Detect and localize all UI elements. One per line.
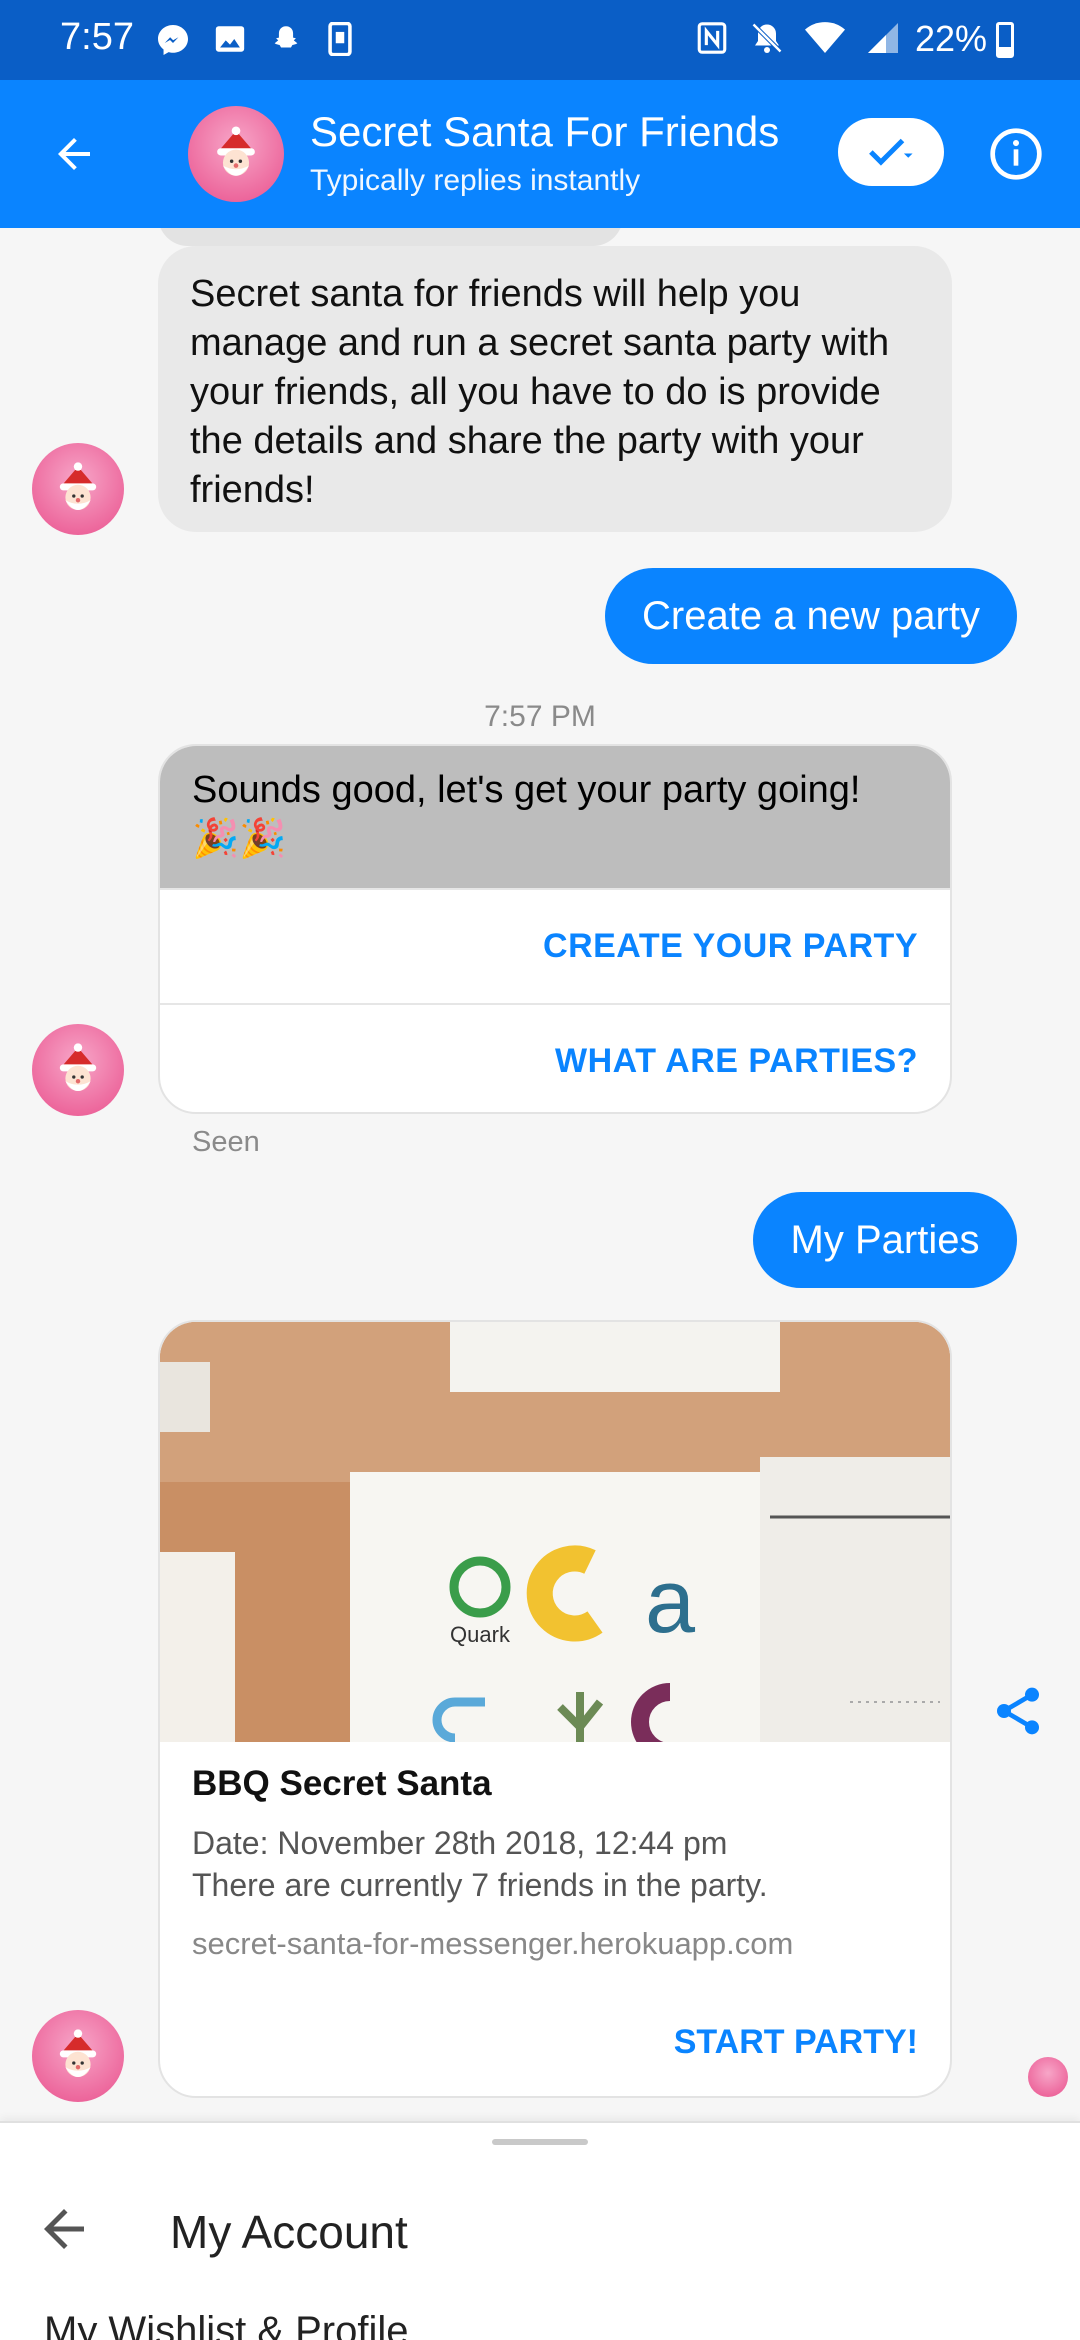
battery-percent: 22% <box>915 18 988 59</box>
messenger-icon <box>158 25 188 55</box>
share-icon <box>997 1687 1039 1735</box>
chat-thread[interactable]: Secret santa for friends will help you m… <box>0 228 1080 2121</box>
santa-icon <box>59 462 97 510</box>
mute-icon <box>751 22 783 54</box>
bot-avatar-small[interactable] <box>32 1024 124 1116</box>
bot-avatar-small[interactable] <box>32 2010 124 2102</box>
check-icon <box>869 138 913 166</box>
menu-item-wishlist-profile[interactable]: My Wishlist & Profile <box>44 2309 409 2340</box>
party-card-image: Quark a <box>160 1322 950 1742</box>
bot-reply-text: Sounds good, let's get your party going!… <box>160 746 950 888</box>
start-party-button[interactable]: START PARTY! <box>674 2023 918 2062</box>
santa-icon <box>59 2029 97 2077</box>
phone-icon <box>328 22 352 56</box>
status-icons-right <box>695 20 901 56</box>
persistent-menu-sheet: My Account My Wishlist & Profile <box>0 2121 1080 2340</box>
read-receipt-avatar <box>1028 2057 1068 2097</box>
user-message-parties: My Parties <box>753 1192 1017 1288</box>
back-button[interactable] <box>38 118 110 190</box>
arrow-left-icon <box>58 138 90 170</box>
header-subtitle: Typically replies instantly <box>310 164 641 197</box>
sheet-title: My Account <box>170 2206 408 2258</box>
party-domain: secret-santa-for-messenger.herokuapp.com <box>192 1926 794 1961</box>
user-message-create: Create a new party <box>605 568 1017 664</box>
quark-logo-text: Quark <box>450 1622 511 1647</box>
status-icons-left <box>155 22 355 58</box>
info-button[interactable] <box>988 126 1044 182</box>
status-bar: 7:57 22% <box>0 0 1080 80</box>
quick-reply-menu-button[interactable] <box>838 118 944 186</box>
party-card-body: BBQ Secret Santa Date: November 28th 201… <box>160 1742 950 1984</box>
wifi-icon <box>805 22 845 53</box>
gallery-icon <box>215 26 245 52</box>
bot-avatar[interactable] <box>188 106 284 202</box>
status-time: 7:57 <box>60 16 134 58</box>
seen-indicator: Seen <box>192 1126 260 1158</box>
party-friends-count: There are currently 7 friends in the par… <box>192 1867 768 1903</box>
snapchat-icon <box>274 26 298 48</box>
santa-icon <box>59 1043 97 1091</box>
previous-message-stub <box>158 228 623 246</box>
party-card[interactable]: Quark a BBQ Secret Santa Date: November … <box>158 1320 952 2098</box>
party-title: BBQ Secret Santa <box>192 1764 492 1803</box>
arrow-left-icon <box>44 2209 84 2249</box>
nfc-icon <box>697 22 727 54</box>
battery-icon <box>996 22 1014 58</box>
message-timestamp: 7:57 PM <box>484 700 596 733</box>
chat-header: Secret Santa For Friends Typically repli… <box>0 80 1080 228</box>
desk-photo: Quark a <box>160 1322 950 1742</box>
santa-icon <box>217 126 255 176</box>
bot-avatar-small[interactable] <box>32 443 124 535</box>
sheet-back-button[interactable] <box>34 2199 94 2259</box>
what-are-parties-button[interactable]: WHAT ARE PARTIES? <box>160 1003 950 1112</box>
bot-message-intro: Secret santa for friends will help you m… <box>158 246 952 532</box>
share-button[interactable] <box>990 1683 1046 1739</box>
header-title: Secret Santa For Friends <box>310 108 780 155</box>
sheet-drag-handle[interactable] <box>492 2139 588 2145</box>
create-party-button[interactable]: CREATE YOUR PARTY <box>160 888 950 1003</box>
bot-reply-card: Sounds good, let's get your party going!… <box>158 744 952 1114</box>
svg-text:a: a <box>645 1552 696 1652</box>
party-date: Date: November 28th 2018, 12:44 pm <box>192 1825 728 1861</box>
info-icon <box>990 128 1042 180</box>
signal-icon <box>868 23 898 53</box>
